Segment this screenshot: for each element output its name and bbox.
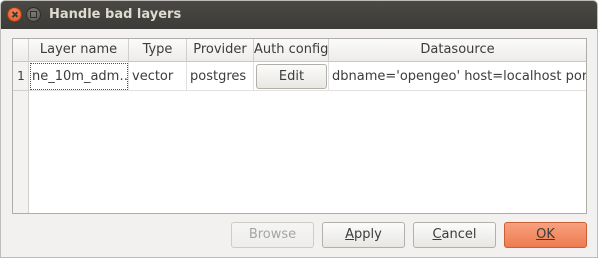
bad-layers-table[interactable]: Layer name Type Provider Auth config Dat… bbox=[12, 38, 587, 214]
column-header-layer-name[interactable]: Layer name bbox=[29, 39, 129, 61]
dialog-window: Handle bad layers Layer name Type Provid… bbox=[0, 0, 598, 258]
ok-button[interactable]: OK bbox=[504, 222, 587, 248]
column-header-auth-config[interactable]: Auth config bbox=[254, 39, 329, 61]
title-bar: Handle bad layers bbox=[1, 1, 597, 29]
cancel-button[interactable]: Cancel bbox=[413, 222, 496, 248]
cell-layer-name[interactable]: ne_10m_adm… bbox=[29, 62, 129, 91]
close-icon[interactable] bbox=[7, 7, 22, 22]
minimize-icon[interactable] bbox=[26, 7, 41, 22]
column-header-datasource[interactable]: Datasource bbox=[329, 39, 586, 61]
ok-button-label: OK bbox=[536, 227, 555, 242]
cell-type[interactable]: vector bbox=[129, 62, 187, 91]
corner-header[interactable] bbox=[13, 39, 29, 61]
apply-button[interactable]: Apply bbox=[322, 222, 405, 248]
window-title: Handle bad layers bbox=[49, 7, 182, 22]
column-header-provider[interactable]: Provider bbox=[187, 39, 254, 61]
cancel-button-label: Cancel bbox=[432, 227, 477, 242]
cell-datasource[interactable]: dbname='opengeo' host=localhost port=… bbox=[329, 62, 586, 91]
cell-provider[interactable]: postgres bbox=[187, 62, 254, 91]
auth-config-edit-button[interactable]: Edit bbox=[256, 64, 327, 89]
row-header-column: 1 bbox=[13, 62, 29, 213]
apply-button-label: Apply bbox=[345, 227, 382, 242]
browse-button[interactable]: Browse bbox=[231, 222, 314, 248]
row-number[interactable]: 1 bbox=[13, 62, 29, 91]
table-header: Layer name Type Provider Auth config Dat… bbox=[13, 39, 586, 62]
column-header-type[interactable]: Type bbox=[129, 39, 187, 61]
